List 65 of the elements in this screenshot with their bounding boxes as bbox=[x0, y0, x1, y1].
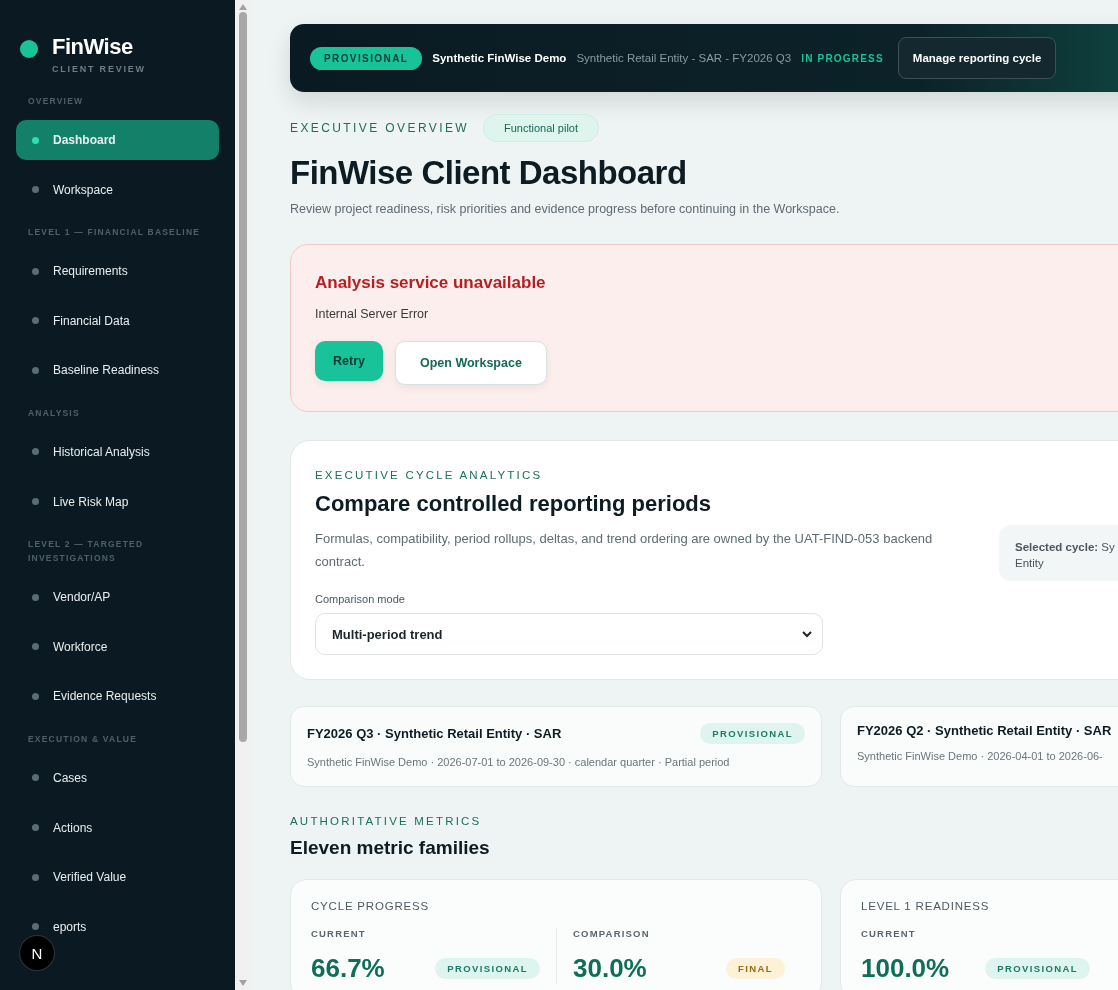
nav-item[interactable]: Verified Value bbox=[16, 857, 219, 898]
nav-item[interactable]: Actions bbox=[16, 807, 219, 848]
nav-section-label: LEVEL 1 — FINANCIAL BASELINE bbox=[27, 226, 202, 240]
section-eyebrow: EXECUTIVE CYCLE ANALYTICS bbox=[315, 469, 544, 481]
nav-section-label: OVERVIEW bbox=[27, 95, 85, 108]
section-eyebrow: EXECUTIVE OVERVIEW bbox=[290, 121, 469, 135]
period-card[interactable]: FY2026 Q3 · Synthetic Retail Entity · SAR PROVISIONAL Synthetic FinWise Demo · 2026-07-01 to 2026-09-30 · calendar quarter · Partial period bbox=[290, 706, 822, 787]
cycle-status: IN PROGRESS bbox=[801, 52, 884, 64]
period-card[interactable]: FY2026 Q2 · Synthetic Retail Entity · SAR Synthetic FinWise Demo · 2026-04-01 to 2026-06- bbox=[840, 706, 1118, 787]
status-badge: PROVISIONAL bbox=[985, 958, 1090, 979]
nav-section-label: EXECUTION & VALUE bbox=[27, 732, 139, 746]
nav-item[interactable]: Cases bbox=[16, 757, 219, 798]
open-workspace-button[interactable]: Open Workspace bbox=[394, 341, 547, 385]
nav-item[interactable]: Live Risk Map bbox=[16, 481, 219, 522]
retry-button[interactable]: Retry bbox=[315, 341, 383, 381]
section-eyebrow: AUTHORITATIVE METRICS bbox=[290, 815, 483, 827]
nav-item[interactable]: Dashboard bbox=[16, 120, 219, 160]
selected-cycle-text: Selected cycle: Sy bbox=[1015, 540, 1116, 555]
status-pill: PROVISIONAL bbox=[310, 46, 423, 70]
metric-title: LEVEL 1 READINESS bbox=[861, 900, 991, 912]
brand-logo-icon bbox=[20, 40, 38, 58]
dev-tools-badge[interactable]: N bbox=[20, 936, 54, 970]
brand-name: FinWise bbox=[52, 34, 134, 60]
metric-value: 66.7% bbox=[311, 953, 385, 984]
page-title: FinWise Client Dashboard bbox=[290, 154, 688, 192]
metric-label: CURRENT bbox=[311, 928, 367, 939]
nav-item[interactable]: Historical Analysis bbox=[16, 431, 219, 472]
nav-section-label: ANALYSIS bbox=[27, 406, 81, 420]
status-badge: PROVISIONAL bbox=[435, 958, 540, 979]
page-subtitle: Review project readiness, risk priorities and evidence progress before continuing in the Workspace. bbox=[290, 202, 841, 216]
chevron-down-icon bbox=[802, 630, 812, 638]
metric-label: COMPARISON bbox=[573, 928, 651, 939]
status-badge: PROVISIONAL bbox=[700, 723, 805, 744]
status-badge: FINAL bbox=[726, 958, 785, 979]
nav-item[interactable]: Evidence Requests bbox=[16, 676, 219, 717]
nav-item[interactable]: Financial Data bbox=[16, 300, 219, 341]
nav-item[interactable]: Baseline Readiness bbox=[16, 350, 219, 391]
nav-item[interactable]: Workspace bbox=[16, 169, 219, 210]
period-title: FY2026 Q3 · Synthetic Retail Entity · SAR bbox=[307, 726, 562, 741]
cycle-context: Synthetic Retail Entity - SAR - FY2026 Q3 bbox=[576, 52, 792, 64]
metric-value: 100.0% bbox=[861, 953, 950, 984]
metric-label: CURRENT bbox=[861, 928, 917, 939]
pilot-tag: Functional pilot bbox=[483, 114, 599, 142]
scroll-up-arrow-icon[interactable] bbox=[238, 4, 247, 10]
comparison-mode-select[interactable]: Multi-period trend bbox=[315, 613, 823, 655]
field-label: Comparison mode bbox=[315, 593, 406, 605]
nav-item[interactable]: Vendor/AP bbox=[16, 577, 219, 618]
brand-subtitle: CLIENT REVIEW bbox=[52, 64, 146, 74]
nav-item[interactable]: Workforce bbox=[16, 626, 219, 667]
scroll-down-arrow-icon[interactable] bbox=[238, 980, 247, 986]
metric-title: CYCLE PROGRESS bbox=[311, 900, 430, 912]
nav-item[interactable]: Requirements bbox=[16, 251, 219, 292]
period-meta: Synthetic FinWise Demo · 2026-04-01 to 2026-06- bbox=[857, 750, 1104, 762]
card-title: Compare controlled reporting periods bbox=[315, 491, 713, 517]
nav-section-label: LEVEL 2 — TARGETED INVESTIGATIONS bbox=[27, 538, 145, 566]
card-description: Formulas, compatibility, period rollups, deltas, and trend ordering are owned by the UAT-FIND-053 backend contract. bbox=[315, 530, 934, 571]
metric-value: 30.0% bbox=[573, 953, 647, 984]
alert-message: Internal Server Error bbox=[315, 307, 430, 321]
section-title: Eleven metric families bbox=[290, 837, 491, 859]
period-title: FY2026 Q2 · Synthetic Retail Entity · SAR bbox=[857, 723, 1112, 738]
period-meta: Synthetic FinWise Demo · 2026-07-01 to 2026-09-30 · calendar quarter · Partial period bbox=[307, 756, 731, 768]
project-name: Synthetic FinWise Demo bbox=[432, 52, 567, 64]
alert-title: Analysis service unavailable bbox=[315, 273, 547, 293]
manage-cycle-button[interactable]: Manage reporting cycle bbox=[897, 37, 1057, 79]
selected-cycle-text: Entity bbox=[1015, 556, 1045, 571]
